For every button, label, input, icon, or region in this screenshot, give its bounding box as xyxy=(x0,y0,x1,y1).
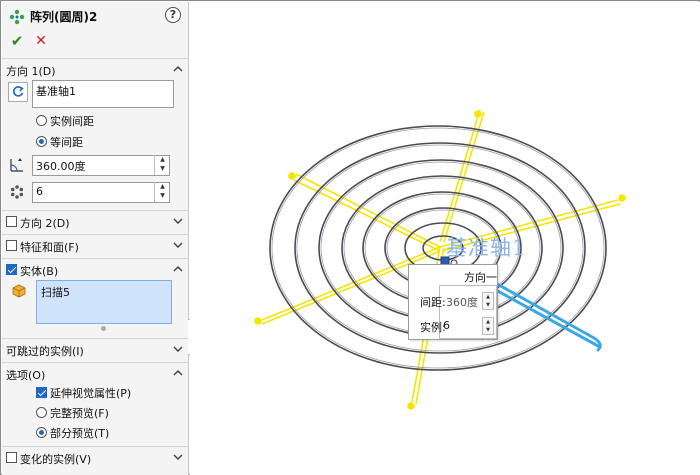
model-preview xyxy=(254,109,626,410)
full-preview-radio[interactable] xyxy=(36,407,47,418)
partial-preview-radio[interactable] xyxy=(36,427,47,438)
varied-instances-checkbox[interactable] xyxy=(6,452,17,463)
full-preview-label: 完整预览(F) xyxy=(50,407,109,420)
section-skip-instances-header[interactable]: 可跳过的实例(I) xyxy=(2,338,188,360)
instance-spacing-radio[interactable] xyxy=(36,115,47,126)
section-skip-instances-label: 可跳过的实例(I) xyxy=(6,345,84,358)
callout-instances-spinner[interactable]: ▲ ▼ xyxy=(482,317,494,335)
features-faces-checkbox[interactable] xyxy=(6,240,17,251)
angle-input[interactable]: 360.00度 xyxy=(32,155,170,176)
callout-instances-label: 实例: xyxy=(420,321,446,334)
reverse-direction-icon xyxy=(13,85,24,97)
section-bodies-label: 实体(B) xyxy=(20,265,59,278)
propagate-visual-checkbox[interactable] xyxy=(36,387,47,398)
resize-handle[interactable] xyxy=(101,326,106,331)
section-direction2-label: 方向 2(D) xyxy=(20,217,70,230)
property-manager-panel: 阵列(圆周)2 ? ✔ ✕ 方向 1(D) 基准轴1 实例间距 等间距 360.… xyxy=(2,2,189,475)
cancel-button[interactable]: ✕ xyxy=(32,32,50,50)
chevron-down-icon[interactable] xyxy=(173,452,183,462)
graphics-viewport[interactable]: 基准轴1 方向一 间距: 360度 ▲ ▼ 实例: 6 ▲ ▼ xyxy=(190,2,700,475)
chevron-up-icon[interactable] xyxy=(173,368,183,378)
help-icon[interactable]: ? xyxy=(165,7,181,23)
section-varied-instances-header[interactable]: 变化的实例(V) xyxy=(2,446,188,468)
callout-spacing-label: 间距: xyxy=(420,296,446,309)
axis-label: 基准轴1 xyxy=(446,236,527,260)
section-bodies-header[interactable]: 实体(B) xyxy=(2,258,188,280)
bodies-checkbox[interactable] xyxy=(6,264,17,275)
chevron-up-icon[interactable] xyxy=(173,64,183,74)
instance-count-icon xyxy=(10,185,24,199)
panel-title: 阵列(圆周)2 xyxy=(30,10,98,24)
chevron-down-icon[interactable] xyxy=(173,216,183,226)
reverse-direction-button[interactable] xyxy=(8,82,28,102)
chevron-up-icon[interactable] xyxy=(173,264,183,274)
section-options-label: 选项(O) xyxy=(6,369,46,382)
angle-icon xyxy=(10,158,23,172)
callout-instances-value[interactable]: 6 xyxy=(443,319,450,332)
ok-button[interactable]: ✔ xyxy=(8,32,26,50)
section-features-faces-label: 特征和面(F) xyxy=(20,241,79,254)
bodies-selection-list[interactable]: 扫描5 xyxy=(36,280,172,324)
section-features-faces-header[interactable]: 特征和面(F) xyxy=(2,234,188,256)
section-varied-instances-label: 变化的实例(V) xyxy=(20,453,92,466)
section-options-header[interactable]: 选项(O) xyxy=(2,362,188,384)
pattern-callout: 方向一 间距: 360度 ▲ ▼ 实例: 6 ▲ ▼ xyxy=(408,264,498,340)
list-item[interactable]: 扫描5 xyxy=(41,284,167,300)
equal-spacing-label: 等间距 xyxy=(50,136,83,149)
section-direction1-label: 方向 1(D) xyxy=(6,65,56,78)
chevron-down-icon[interactable] xyxy=(173,240,183,250)
circular-pattern-icon xyxy=(9,9,25,25)
section-direction2-header[interactable]: 方向 2(D) xyxy=(2,210,188,232)
equal-spacing-radio[interactable] xyxy=(36,136,47,147)
instance-spacing-label: 实例间距 xyxy=(50,115,94,128)
window-frame: 阵列(圆周)2 ? ✔ ✕ 方向 1(D) 基准轴1 实例间距 等间距 360.… xyxy=(0,0,700,475)
direction2-checkbox[interactable] xyxy=(6,216,17,227)
partial-preview-label: 部分预览(T) xyxy=(50,427,110,440)
solid-body-icon xyxy=(12,284,26,298)
axis-selection-field[interactable]: 基准轴1 xyxy=(32,80,174,108)
propagate-visual-label: 延伸视觉属性(P) xyxy=(50,387,132,400)
callout-title: 方向一 xyxy=(464,271,497,284)
section-direction1-header[interactable]: 方向 1(D) xyxy=(2,58,188,80)
callout-spacing-value[interactable]: 360度 xyxy=(446,294,478,310)
instance-count-spinner[interactable]: ▲ ▼ xyxy=(154,182,170,202)
instance-count-input[interactable]: 6 xyxy=(32,182,170,203)
panel-header: 阵列(圆周)2 ? xyxy=(2,2,188,30)
chevron-down-icon[interactable] xyxy=(173,344,183,354)
angle-spinner[interactable]: ▲ ▼ xyxy=(154,155,170,175)
callout-spacing-spinner[interactable]: ▲ ▼ xyxy=(482,292,494,310)
